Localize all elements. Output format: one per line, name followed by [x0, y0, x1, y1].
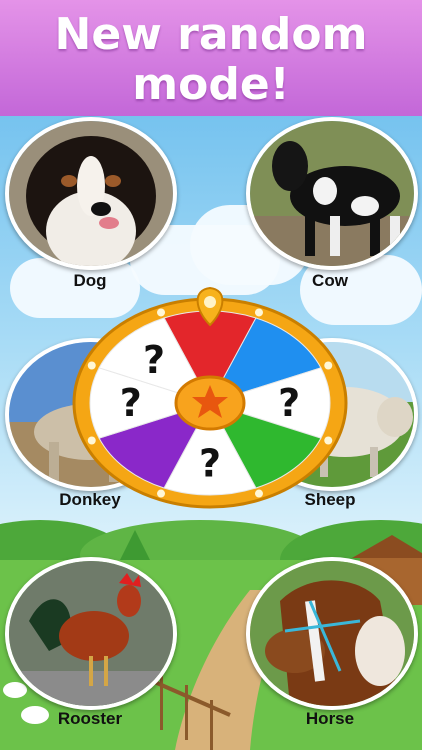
header-banner: New random mode! — [0, 0, 422, 116]
animal-photo-rooster[interactable] — [5, 557, 177, 710]
animal-photo-dog[interactable] — [5, 117, 177, 270]
animal-photo-cow[interactable] — [246, 117, 418, 270]
page-title: New random mode! — [0, 10, 422, 110]
animal-photo-horse[interactable] — [246, 557, 418, 710]
question-mark: ? — [143, 338, 165, 382]
animal-label-horse: Horse — [305, 709, 355, 728]
rim-light — [254, 489, 263, 498]
animal-label-rooster: Rooster — [57, 709, 123, 728]
rim-light — [157, 489, 166, 498]
spin-wheel[interactable]: ???? — [72, 285, 348, 511]
question-mark: ? — [120, 381, 142, 425]
wheel-graphic: ???? — [72, 286, 348, 509]
rim-light — [87, 436, 96, 445]
dog-image — [9, 121, 173, 266]
title-line-2: mode! — [132, 59, 290, 110]
rim-light — [87, 361, 96, 370]
title-line-1: New random — [54, 9, 368, 60]
question-mark: ? — [199, 442, 221, 486]
rim-light — [324, 361, 333, 370]
rooster-image — [9, 561, 173, 706]
cow-image — [250, 121, 414, 266]
horse-image — [250, 561, 414, 706]
rim-light — [157, 308, 166, 317]
question-mark: ? — [278, 381, 300, 425]
rim-light — [324, 436, 333, 445]
center-star-button — [174, 375, 246, 431]
rim-light — [254, 308, 263, 317]
